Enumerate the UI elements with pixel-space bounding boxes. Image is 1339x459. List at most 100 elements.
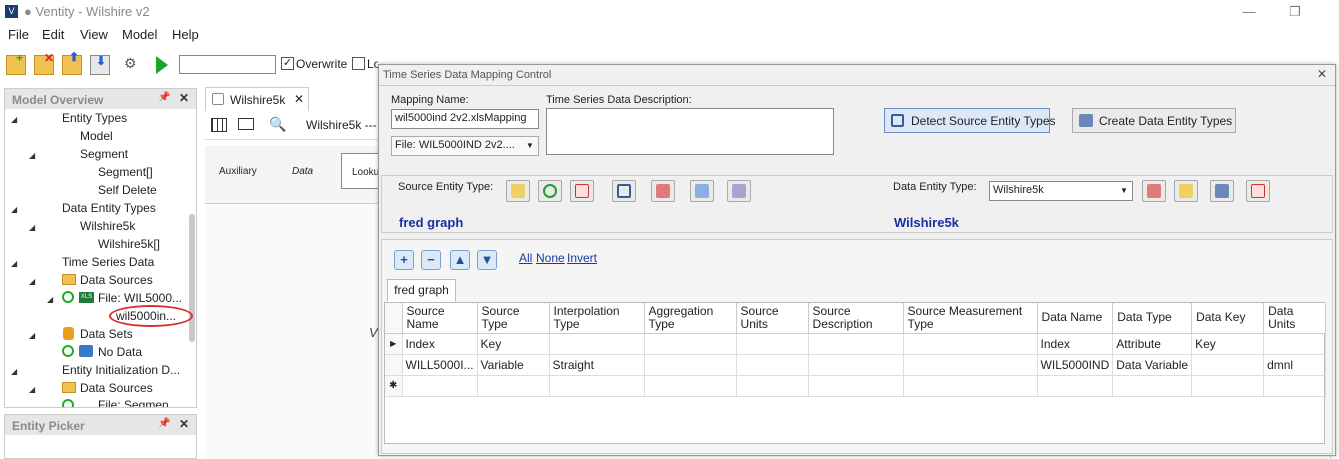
menu-model[interactable]: Model	[122, 27, 157, 42]
table-cell[interactable]	[808, 333, 904, 355]
ribbon-auxiliary[interactable]: Auxiliary	[219, 166, 257, 177]
table-cell[interactable]	[477, 375, 550, 397]
minimize-icon[interactable]: —	[1234, 2, 1264, 22]
tree-data-sources[interactable]: Data Sources	[80, 273, 153, 287]
file-select[interactable]: File: WIL5000IND 2v2....	[391, 136, 539, 156]
column-header[interactable]: Source Type	[477, 303, 550, 334]
create-data-entity-types-button[interactable]: Create Data Entity Types	[1072, 108, 1236, 133]
invert-selection-link[interactable]: Invert	[567, 251, 597, 265]
table-cell[interactable]	[808, 354, 904, 376]
collapse-arrow-icon[interactable]: ◢	[29, 223, 35, 232]
column-header[interactable]: Data Key	[1191, 303, 1265, 334]
configure-data-entity-button[interactable]	[1210, 180, 1234, 202]
table-cell[interactable]	[1263, 333, 1326, 355]
delete-source-button[interactable]	[570, 180, 594, 202]
settings-toggle-icon[interactable]: ⚙	[124, 55, 144, 75]
table-cell[interactable]	[736, 354, 809, 376]
select-all-link[interactable]: All	[519, 251, 532, 265]
detect-source-button[interactable]	[612, 180, 636, 202]
rename-source-button[interactable]	[506, 180, 530, 202]
new-source-item-button[interactable]	[690, 180, 714, 202]
edit-list-button[interactable]	[727, 180, 751, 202]
chevron-down-icon[interactable]: ▼	[1120, 186, 1128, 195]
column-header[interactable]: Interpolation Type	[549, 303, 645, 334]
delete-data-entity-button[interactable]	[1246, 180, 1270, 202]
toolbar-input[interactable]	[179, 55, 276, 74]
edit-source-button[interactable]	[651, 180, 675, 202]
add-source-button[interactable]	[538, 180, 562, 202]
remove-row-icon[interactable]: −	[421, 250, 441, 270]
table-cell[interactable]	[808, 375, 904, 397]
table-cell[interactable]: Index	[1037, 333, 1114, 355]
save-icon[interactable]: ⬇	[90, 54, 110, 75]
menu-help[interactable]: Help	[172, 27, 199, 42]
tree-data-sources-2[interactable]: Data Sources	[80, 381, 153, 395]
table-cell[interactable]: Data Variable	[1112, 354, 1193, 376]
table-cell[interactable]: Straight	[549, 354, 645, 376]
tree-wilshire5k-array[interactable]: Wilshire5k[]	[98, 237, 160, 251]
column-header[interactable]: Data Name	[1037, 303, 1114, 334]
open-folder-icon[interactable]: ⬆	[62, 50, 82, 75]
overwrite-checkbox[interactable]: ✓	[281, 57, 294, 70]
menu-view[interactable]: View	[80, 27, 108, 42]
collapse-arrow-icon[interactable]: ◢	[29, 151, 35, 160]
close-icon[interactable]: ✕	[179, 417, 189, 431]
table-cell[interactable]: dmnl	[1263, 354, 1326, 376]
tree-file-segment[interactable]: File: Segmen...	[98, 398, 179, 407]
column-header[interactable]: Source Measurement Type	[903, 303, 1038, 334]
delete-folder-icon[interactable]: ✕	[34, 51, 54, 75]
table-row[interactable]: ▶ Index Key Index Attribute Key	[385, 333, 1326, 355]
column-header[interactable]: Source Units	[736, 303, 809, 334]
table-cell[interactable]	[644, 375, 737, 397]
table-cell[interactable]	[549, 333, 645, 355]
tree-entity-initialization[interactable]: Entity Initialization D...	[62, 363, 180, 377]
edit-data-entity-button[interactable]	[1142, 180, 1166, 202]
chevron-down-icon[interactable]: ▼	[526, 141, 534, 150]
tree-segment-array[interactable]: Segment[]	[98, 165, 153, 179]
column-header[interactable]: Data Units	[1263, 303, 1326, 334]
tree-data-entity-types[interactable]: Data Entity Types	[62, 201, 156, 215]
column-header[interactable]: Aggregation Type	[644, 303, 737, 334]
keyboard-icon[interactable]	[238, 118, 254, 130]
table-cell[interactable]	[903, 354, 1038, 376]
tree-segment[interactable]: Segment	[80, 147, 128, 161]
tab-fred-graph[interactable]: fred graph	[387, 279, 456, 302]
table-row[interactable]: WILL5000I... Variable Straight WIL5000IN…	[385, 354, 1326, 376]
tree-self-delete[interactable]: Self Delete	[98, 183, 157, 197]
table-cell[interactable]: Key	[477, 333, 550, 355]
tree-time-series-data[interactable]: Time Series Data	[62, 255, 154, 269]
close-icon[interactable]: ✕	[1317, 67, 1327, 81]
collapse-arrow-icon[interactable]: ◢	[11, 259, 17, 268]
collapse-arrow-icon[interactable]: ◢	[11, 115, 17, 124]
tree-entity-types[interactable]: Entity Types	[62, 111, 127, 125]
mapping-name-input[interactable]: wil5000ind 2v2.xlsMapping	[391, 109, 539, 129]
column-header[interactable]: Source Description	[808, 303, 904, 334]
tree-no-data[interactable]: No Data	[98, 345, 142, 359]
table-cell[interactable]	[736, 375, 809, 397]
column-header[interactable]: Data Type	[1112, 303, 1193, 334]
pin-icon[interactable]: 📌	[158, 418, 170, 429]
tree-wilshire5k[interactable]: Wilshire5k	[80, 219, 135, 233]
table-cell[interactable]	[903, 375, 1038, 397]
move-down-icon[interactable]: ▼	[477, 250, 497, 270]
collapse-arrow-icon[interactable]: ◢	[29, 331, 35, 340]
table-cell[interactable]	[644, 354, 737, 376]
table-cell[interactable]: Attribute	[1112, 333, 1193, 355]
new-folder-icon[interactable]: +	[6, 51, 26, 75]
collapse-arrow-icon[interactable]: ◢	[11, 205, 17, 214]
table-cell[interactable]	[1191, 354, 1265, 376]
tree-data-sets[interactable]: Data Sets	[80, 327, 133, 341]
collapse-arrow-icon[interactable]: ◢	[29, 277, 35, 286]
table-cell[interactable]	[402, 375, 478, 397]
vertical-scrollbar[interactable]	[189, 214, 195, 342]
table-cell[interactable]	[549, 375, 645, 397]
select-none-link[interactable]: None	[536, 251, 565, 265]
table-cell[interactable]: WIL5000IND	[1037, 354, 1114, 376]
rename-data-entity-button[interactable]	[1174, 180, 1198, 202]
table-cell[interactable]	[903, 333, 1038, 355]
table-cell[interactable]	[644, 333, 737, 355]
collapse-arrow-icon[interactable]: ◢	[11, 367, 17, 376]
close-icon[interactable]: ✕	[179, 91, 189, 105]
data-entity-type-select[interactable]: Wilshire5k	[989, 181, 1133, 201]
table-cell[interactable]	[1112, 375, 1193, 397]
